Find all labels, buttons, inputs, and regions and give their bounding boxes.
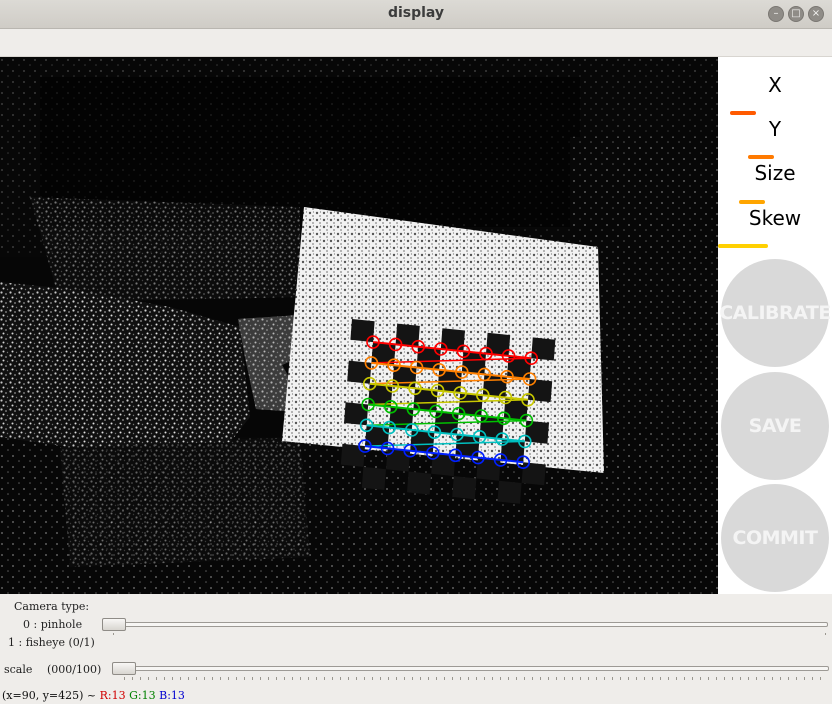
metric-bar-size — [739, 200, 765, 204]
board-square — [395, 323, 420, 347]
metric-bar-skew — [718, 244, 768, 248]
board-square — [482, 374, 507, 398]
scale-slider-thumb[interactable] — [112, 662, 136, 675]
board-square — [497, 480, 522, 504]
board-square — [350, 319, 375, 343]
camera-option-fisheye: 1 : fisheye (0/1) — [8, 636, 95, 649]
metric-label-size: Size — [754, 161, 796, 185]
board-square — [521, 462, 546, 486]
camera-type-label: Camera type: — [14, 600, 90, 613]
board-square — [431, 453, 456, 477]
status-red-value: R:13 — [99, 689, 126, 702]
board-square — [410, 429, 435, 453]
board-square — [479, 416, 504, 440]
board-square — [407, 471, 432, 495]
toolbar — [0, 29, 832, 57]
board-square — [347, 360, 372, 384]
board-square — [458, 392, 483, 416]
slider-tick — [113, 633, 114, 635]
minimize-icon[interactable]: – — [768, 6, 784, 22]
board-square — [440, 328, 465, 352]
metric-bar-x — [730, 111, 756, 115]
status-green-value: G:13 — [129, 689, 156, 702]
board-square — [386, 448, 411, 472]
status-blue-value: B:13 — [159, 689, 185, 702]
slider-tick — [825, 633, 826, 635]
camera-image — [0, 57, 718, 594]
board-square — [461, 351, 486, 375]
window-title: display — [387, 5, 445, 21]
board-square — [524, 420, 549, 444]
title-bar: display – □ × — [0, 0, 832, 29]
board-square — [528, 379, 553, 403]
maximize-icon[interactable]: □ — [788, 6, 804, 22]
metric-bar-y — [748, 155, 774, 159]
metric-label-y: Y — [768, 117, 782, 141]
scale-value: (000/100) — [47, 663, 102, 676]
calibration-panel: X Y Size Skew CALIBRATE SAVE COMMIT — [718, 57, 832, 594]
board-square — [486, 332, 511, 356]
board-square — [344, 402, 369, 426]
camera-type-slider-thumb[interactable] — [102, 618, 126, 631]
board-square — [389, 406, 414, 430]
scale-slider[interactable] — [112, 666, 829, 671]
board-square — [531, 337, 556, 361]
scale-slider-ticks — [124, 677, 824, 680]
metric-label-x: X — [768, 73, 782, 97]
metric-label-skew: Skew — [748, 206, 802, 230]
board-square — [476, 457, 501, 481]
close-icon[interactable]: × — [808, 6, 824, 22]
board-square — [455, 434, 480, 458]
board-square — [452, 476, 477, 500]
board-square — [361, 466, 386, 490]
board-square — [340, 443, 365, 467]
save-button[interactable]: SAVE — [721, 372, 829, 480]
board-square — [416, 346, 441, 370]
status-coords: (x=90, y=425) ~ — [2, 689, 97, 702]
camera-view[interactable] — [0, 57, 718, 594]
commit-button[interactable]: COMMIT — [721, 484, 829, 592]
scale-label: scale — [4, 663, 33, 676]
camera-type-slider[interactable] — [102, 622, 828, 627]
board-square — [392, 365, 417, 389]
status-bar: (x=90, y=425) ~ R:13 G:13 B:13 — [2, 689, 185, 702]
board-square — [413, 388, 438, 412]
camera-option-pinhole: 0 : pinhole — [23, 618, 83, 631]
calibrate-button[interactable]: CALIBRATE — [719, 259, 831, 367]
